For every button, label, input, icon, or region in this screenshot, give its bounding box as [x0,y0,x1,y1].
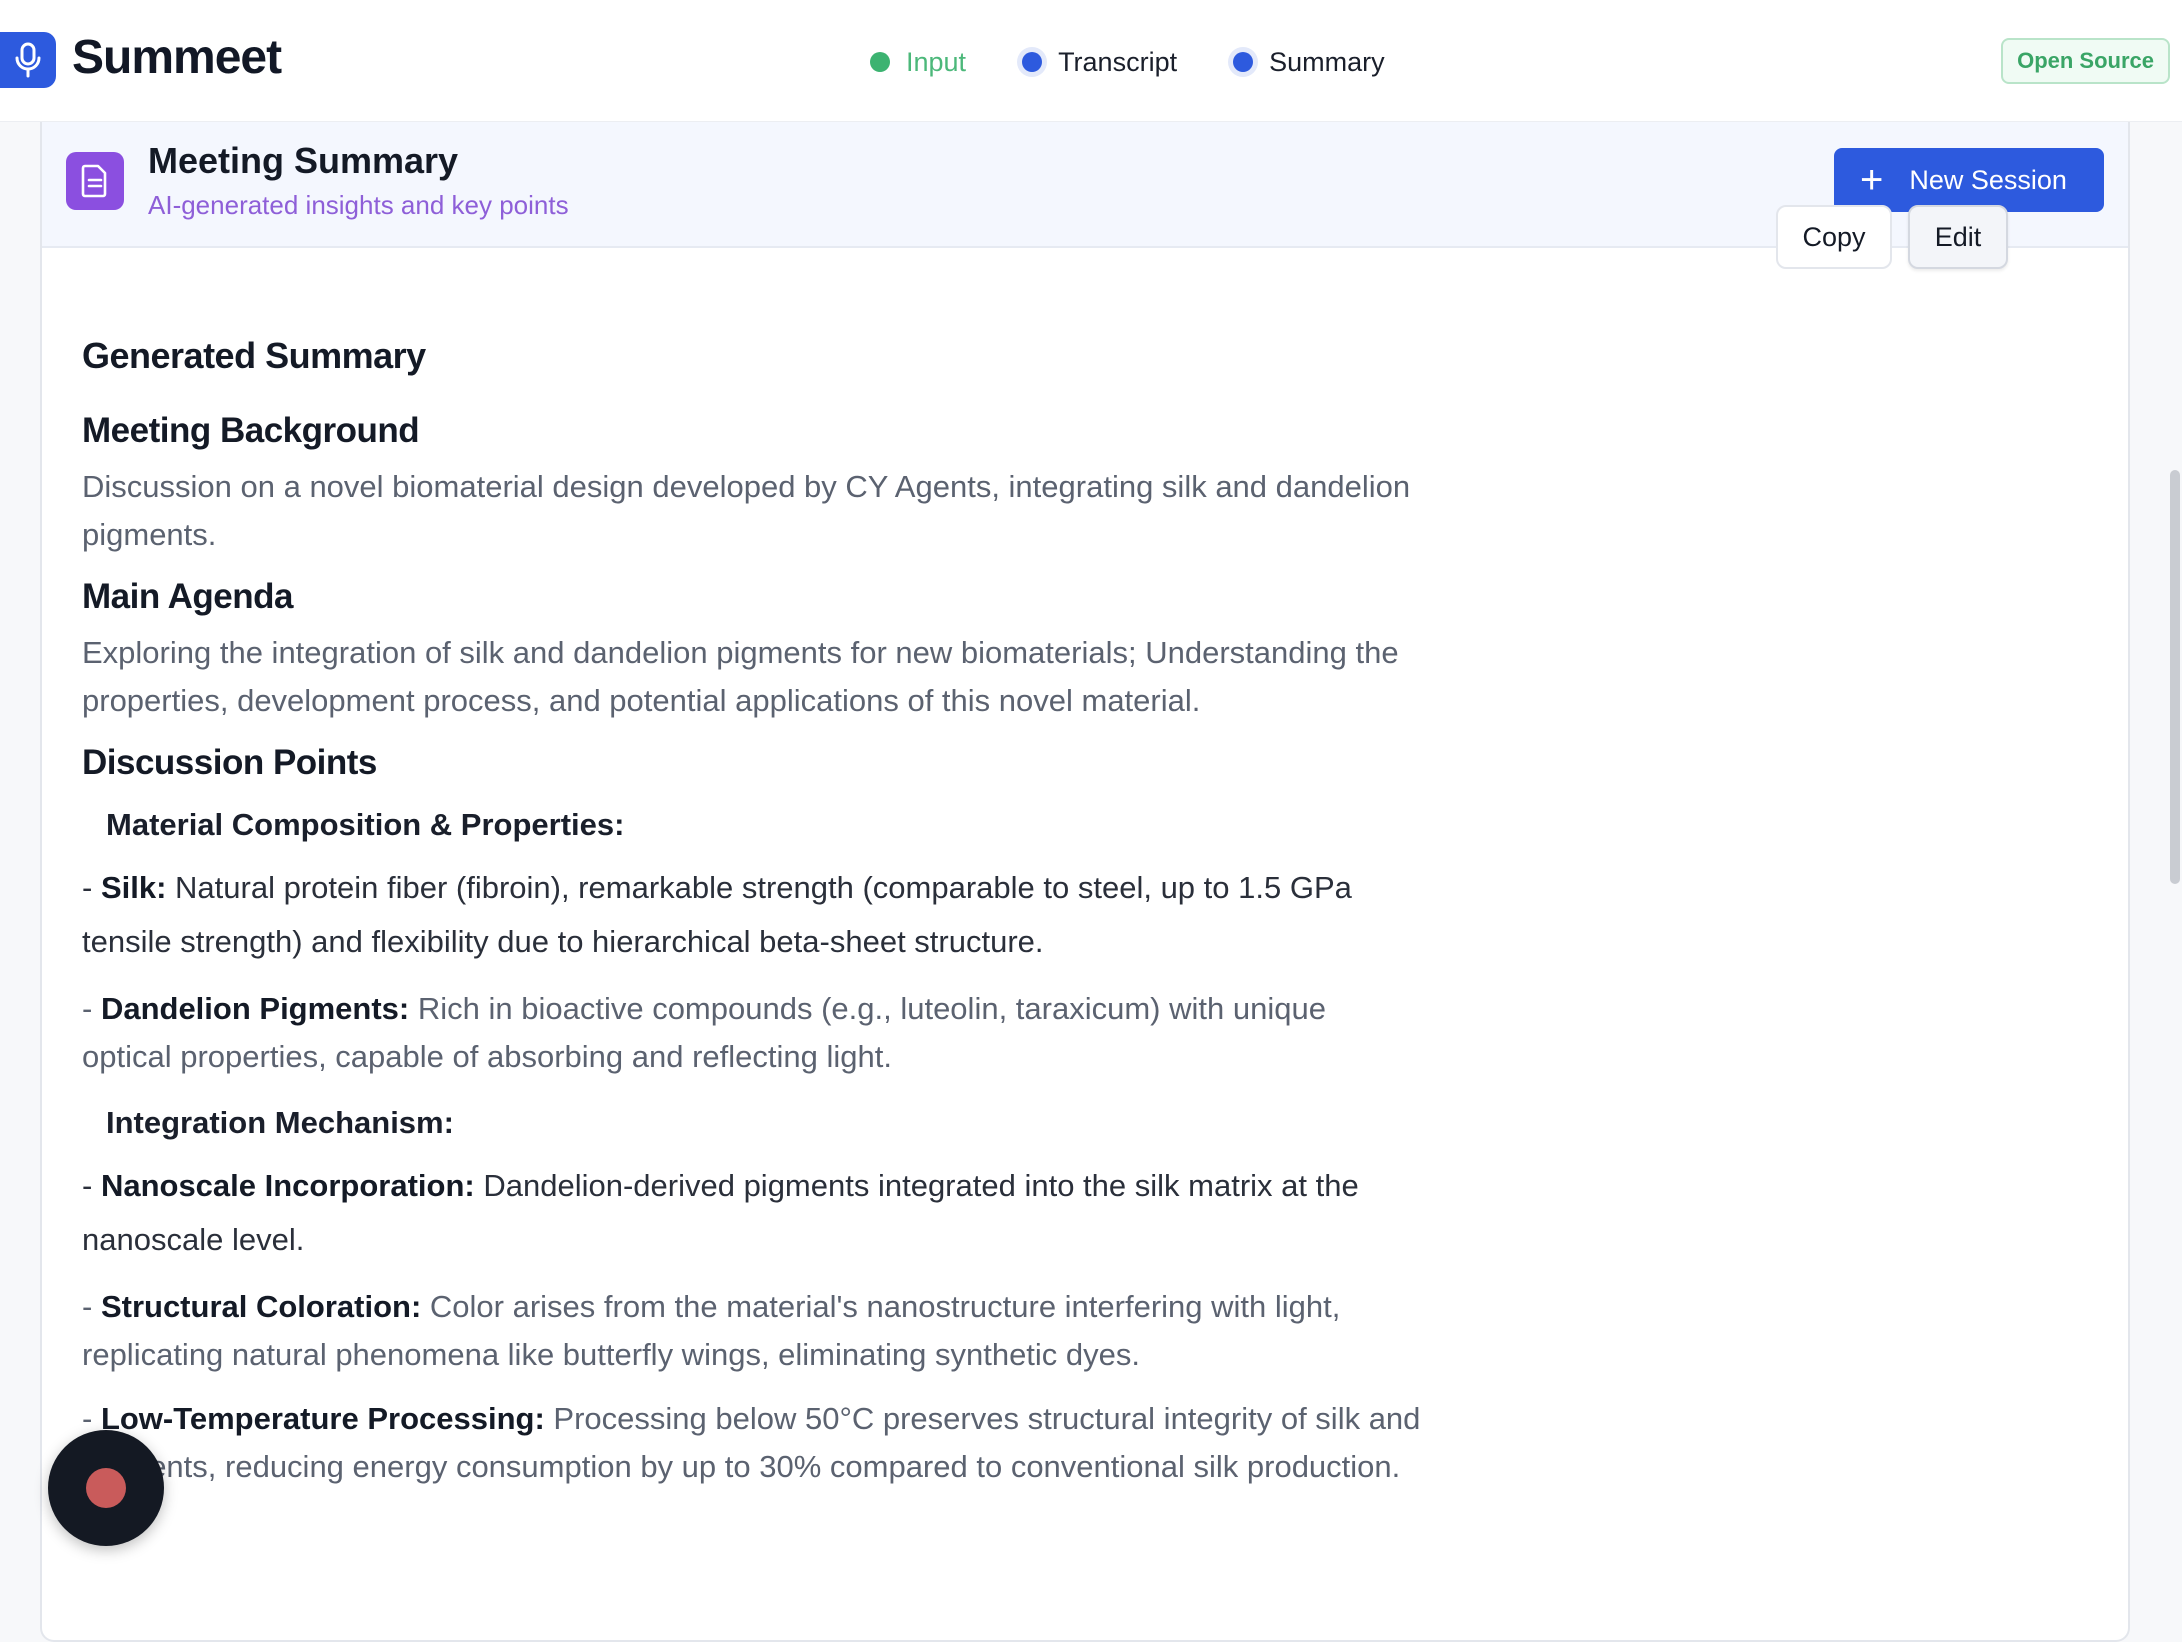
new-session-label: New Session [1909,164,2067,195]
document-icon [81,164,107,198]
summary-title: Generated Summary [82,335,426,376]
item-label: Nanoscale Incorporation: [100,1168,475,1203]
step-summary[interactable]: Summary [1233,47,1385,78]
open-source-badge[interactable]: Open Source [2001,38,2170,84]
list-item: - Low-Temperature Processing: Processing… [82,1401,1421,1484]
item-label: Dandelion Pigments: [100,991,410,1026]
item-label: Silk: [100,870,167,905]
composition-heading: Material Composition & Properties: [106,807,625,842]
card-title: Meeting Summary [148,140,459,181]
scrollbar-thumb[interactable] [2170,470,2180,884]
agenda-text: Exploring the integration of silk and da… [82,635,1399,718]
background-text: Discussion on a novel biomaterial design… [82,469,1411,552]
list-item: - Nanoscale Incorporation: Dandelion-der… [82,1168,1359,1257]
step-label: Transcript [1058,46,1178,77]
app-title: Summeet [72,31,282,84]
item-text: Natural protein fiber (fibroin), remarka… [82,870,1352,959]
edit-button[interactable]: Edit [1908,205,2008,269]
background-heading: Meeting Background [82,411,420,450]
list-item: - Silk: Natural protein fiber (fibroin),… [82,870,1352,959]
copy-button[interactable]: Copy [1776,205,1892,269]
step-label: Summary [1269,46,1385,77]
step-transcript[interactable]: Transcript [1022,47,1177,78]
record-button[interactable] [48,1430,164,1546]
step-active-dot [1022,52,1043,72]
microphone-logo [0,32,56,88]
microphone-icon [15,42,41,78]
document-badge [66,152,124,210]
discussion-heading: Discussion Points [82,743,377,782]
record-dot-icon [86,1468,126,1508]
list-item: - Dandelion Pigments: Rich in bioactive … [82,991,1326,1074]
integration-heading: Integration Mechanism: [106,1105,454,1140]
item-label: Low-Temperature Processing: [100,1401,545,1436]
item-label: Structural Coloration: [100,1289,422,1324]
step-label: Input [906,46,967,77]
scrollbar[interactable] [2168,122,2182,1594]
top-header: Summeet Input Transcript Summary Open So… [0,0,2182,122]
step-done-dot [870,52,890,72]
progress-steps: Input Transcript Summary [870,42,1441,82]
list-item: - Structural Coloration: Color arises fr… [82,1289,1341,1372]
new-session-button[interactable]: + New Session [1834,148,2104,212]
agenda-heading: Main Agenda [82,577,294,616]
plus-icon: + [1860,158,1884,202]
summary-content: Generated Summary Meeting Background Dis… [82,205,1422,1491]
step-active-dot [1233,52,1254,72]
step-input[interactable]: Input [870,47,966,78]
